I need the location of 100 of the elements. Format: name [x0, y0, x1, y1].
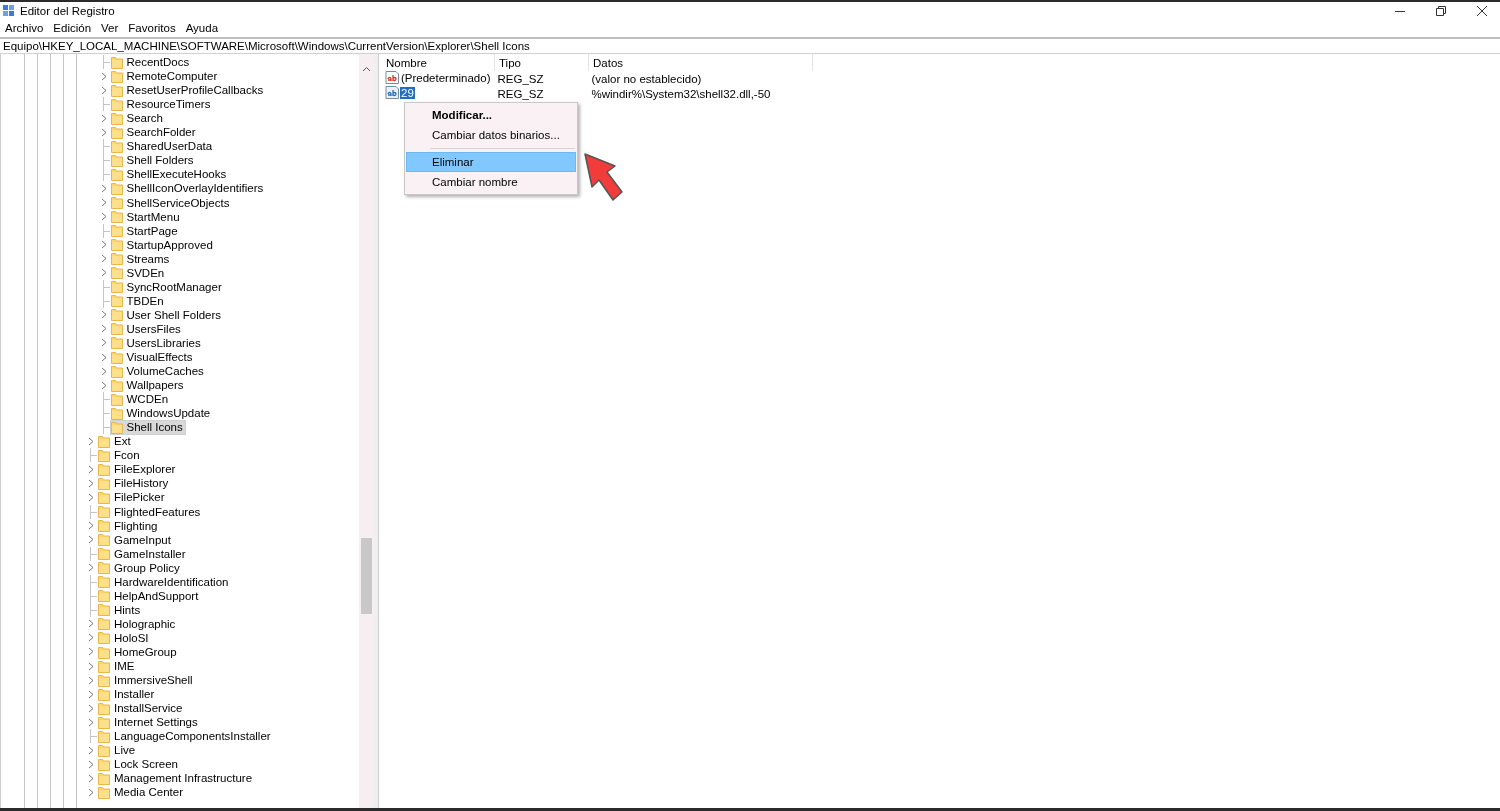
tree-item[interactable]: HomeGroup: [97, 644, 180, 660]
folder-icon: [110, 308, 123, 322]
tree-item[interactable]: Wallpapers: [109, 377, 187, 393]
tree-item[interactable]: StartPage: [109, 223, 181, 239]
menu-item[interactable]: Modificar...: [406, 105, 576, 125]
tree-item[interactable]: User Shell Folders: [109, 307, 225, 323]
menu-item[interactable]: Favoritos: [123, 22, 181, 34]
tree-item[interactable]: HelpAndSupport: [97, 588, 202, 604]
menu-item[interactable]: Eliminar: [406, 152, 576, 172]
folder-icon: [110, 153, 123, 167]
folder-icon: [98, 434, 110, 448]
folder-icon: [98, 462, 110, 476]
tree-item[interactable]: Installer: [97, 686, 158, 702]
tree-item[interactable]: Holographic: [97, 616, 179, 632]
tree-item[interactable]: Shell Icons: [109, 419, 186, 435]
folder-icon: [110, 406, 123, 420]
tree-item[interactable]: ResetUserProfileCallbacks: [109, 82, 267, 98]
string-value-icon: [385, 71, 399, 84]
folder-icon: [98, 519, 110, 533]
folder-icon: [110, 322, 123, 336]
folder-icon: [98, 476, 110, 490]
folder-icon: [98, 729, 110, 743]
folder-icon: [98, 687, 110, 701]
folder-icon: [98, 757, 110, 771]
folder-icon: [110, 210, 123, 224]
scrollbar[interactable]: [359, 54, 374, 808]
tree-item[interactable]: Management Infrastructure: [97, 770, 256, 786]
tree-item[interactable]: ResourceTimers: [109, 96, 214, 112]
tree-item[interactable]: StartMenu: [109, 209, 183, 225]
tree-item[interactable]: VolumeCaches: [109, 363, 207, 379]
folder-icon: [98, 589, 110, 603]
tree-item[interactable]: Streams: [109, 251, 173, 267]
column-header[interactable]: Datos: [588, 54, 813, 71]
scroll-up-icon[interactable]: [362, 66, 371, 72]
tree-item[interactable]: FlightedFeatures: [97, 504, 204, 520]
tree-item[interactable]: Ext: [97, 433, 134, 449]
value-name[interactable]: 29: [400, 86, 415, 99]
tree-item[interactable]: Search: [109, 110, 166, 126]
tree-item[interactable]: IME: [97, 658, 138, 674]
folder-icon: [98, 448, 110, 462]
tree-item[interactable]: UsersLibraries: [109, 335, 204, 351]
tree-item[interactable]: Hints: [97, 602, 144, 618]
tree-item[interactable]: RecentDocs: [109, 54, 193, 70]
folder-icon: [98, 505, 110, 519]
tree-item[interactable]: TBDEn: [109, 293, 167, 309]
table-cell: REG_SZ: [494, 71, 589, 86]
menu-item[interactable]: Cambiar datos binarios...: [406, 125, 576, 145]
tree-item[interactable]: Live: [97, 742, 139, 758]
tree-item[interactable]: SyncRootManager: [109, 279, 225, 295]
tree-item[interactable]: SVDEn: [109, 265, 168, 281]
tree-item[interactable]: Group Policy: [97, 560, 183, 576]
tree-item[interactable]: FilePicker: [97, 490, 168, 505]
tree-item[interactable]: LanguageComponentsInstaller: [97, 728, 274, 744]
tree-item[interactable]: ShellServiceObjects: [109, 195, 233, 210]
menu-item[interactable]: Ver: [96, 22, 124, 34]
folder-icon: [98, 659, 110, 673]
tree-item[interactable]: InstallService: [97, 700, 186, 716]
menu-item[interactable]: Ayuda: [180, 22, 224, 34]
folder-icon: [98, 491, 110, 504]
tree-item[interactable]: Fcon: [97, 447, 143, 463]
column-header[interactable]: Tipo: [494, 54, 589, 71]
tree-item[interactable]: HoloSI: [97, 630, 152, 646]
folder-icon: [110, 280, 123, 294]
tree-item[interactable]: Media Center: [97, 784, 187, 800]
tree-item[interactable]: GameInput: [97, 532, 174, 548]
menu-item[interactable]: Archivo: [0, 22, 49, 34]
menu-item[interactable]: Cambiar nombre: [406, 172, 576, 192]
table-cell-text: %windir%\System32\shell32.dll,-50: [590, 86, 772, 101]
tree-item[interactable]: Lock Screen: [97, 756, 181, 772]
folder-icon: [110, 238, 123, 252]
tree-item[interactable]: WindowsUpdate: [109, 405, 214, 421]
folder-icon: [110, 294, 123, 308]
address-bar[interactable]: Equipo\HKEY_LOCAL_MACHINE\SOFTWARE\Microsoft\Windows\CurrentVersion\Explorer\Shell Icons: [0, 39, 1500, 53]
folder-icon: [98, 743, 110, 757]
tree-item[interactable]: UsersFiles: [109, 321, 184, 337]
tree-item[interactable]: WCDEn: [109, 391, 172, 407]
tree-item[interactable]: Flighting: [97, 518, 161, 534]
menu-item[interactable]: Edición: [48, 22, 97, 34]
folder-icon: [110, 181, 123, 195]
tree-item[interactable]: Internet Settings: [97, 714, 201, 730]
folder-icon: [98, 575, 110, 589]
tree-item[interactable]: ImmersiveShell: [97, 672, 196, 688]
folder-icon: [110, 364, 123, 378]
folder-icon: [110, 167, 123, 181]
tree-item[interactable]: GameInstaller: [97, 546, 189, 562]
tree-item[interactable]: FileHistory: [97, 475, 172, 491]
tree-item[interactable]: VisualEffects: [109, 349, 196, 365]
tree-item[interactable]: RemoteComputer: [109, 68, 221, 84]
table-cell-text: REG_SZ: [496, 86, 545, 101]
tree-item[interactable]: Shell Folders: [109, 152, 197, 168]
scrollbar-thumb[interactable]: [361, 538, 372, 614]
value-name[interactable]: (Predeterminado): [400, 71, 492, 84]
tree-item[interactable]: ShellIconOverlayIdentifiers: [109, 180, 267, 196]
tree-item[interactable]: StartupApproved: [109, 237, 216, 253]
tree-item[interactable]: SearchFolder: [109, 124, 199, 140]
registry-icon: [3, 4, 15, 17]
tree-item[interactable]: ShellExecuteHooks: [109, 166, 230, 182]
tree-item[interactable]: HardwareIdentification: [97, 574, 232, 590]
tree-item[interactable]: SharedUserData: [109, 138, 216, 154]
tree-item[interactable]: FileExplorer: [97, 461, 179, 477]
